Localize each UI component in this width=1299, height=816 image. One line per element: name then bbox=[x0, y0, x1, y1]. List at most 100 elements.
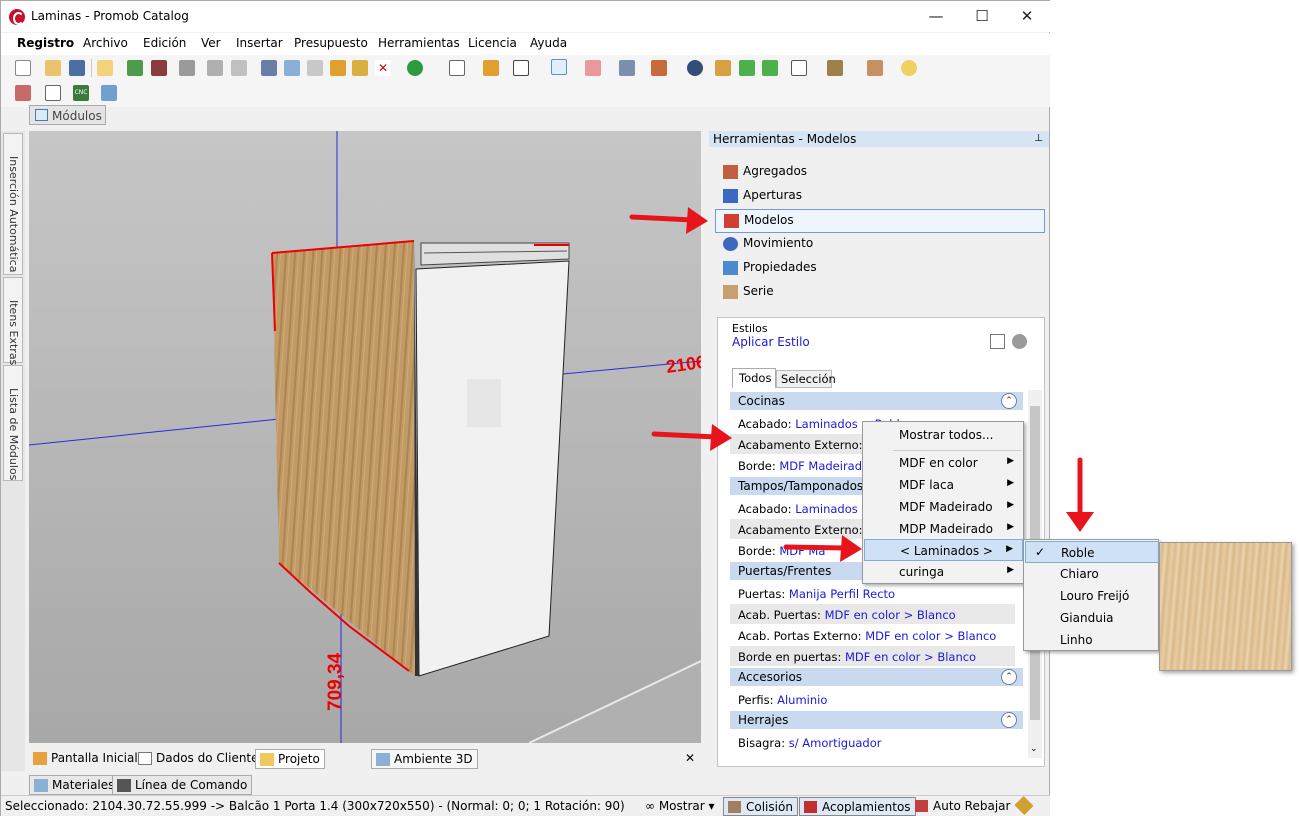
mostrar-dropdown[interactable]: ∞ Mostrar ▾ bbox=[645, 799, 715, 813]
layout-icon[interactable] bbox=[45, 85, 61, 101]
menu-presupuesto[interactable]: Presupuesto bbox=[294, 36, 368, 50]
submenu-item-linho[interactable]: Linho bbox=[1025, 629, 1159, 651]
new-icon[interactable] bbox=[15, 60, 31, 76]
menu-item-mdf-color[interactable]: MDF en color ▶ bbox=[864, 452, 1023, 474]
tab-seleccion[interactable]: Selección bbox=[776, 370, 836, 388]
hierarchy-icon[interactable] bbox=[483, 60, 499, 76]
select-pointer-icon[interactable] bbox=[551, 59, 567, 75]
tab-projeto[interactable]: Projeto bbox=[255, 749, 325, 769]
tab-ambiente-3d[interactable]: Ambiente 3D bbox=[371, 749, 478, 769]
eye-icon[interactable] bbox=[687, 60, 703, 76]
tab-todos[interactable]: Todos bbox=[732, 368, 776, 388]
prop-borde-puertas[interactable]: Borde en puertas: MDF en color > Blanco bbox=[730, 646, 1015, 666]
box-icon[interactable] bbox=[827, 60, 843, 76]
cabinet-side-panel[interactable] bbox=[272, 241, 415, 676]
render-icon[interactable] bbox=[127, 60, 143, 76]
close-tab-icon[interactable]: ✕ bbox=[685, 751, 695, 765]
tab-modulos[interactable]: Módulos bbox=[29, 105, 106, 125]
scroll-down-icon[interactable]: ⌄ bbox=[1030, 744, 1038, 754]
new-project-icon[interactable] bbox=[97, 60, 113, 76]
tab-materiales[interactable]: Materiales bbox=[29, 775, 120, 795]
layers-icon[interactable] bbox=[619, 60, 635, 76]
view-cube-icon[interactable] bbox=[791, 60, 807, 76]
tab-insercion-automatica[interactable]: Inserción Automática bbox=[3, 133, 23, 275]
prop-perfis[interactable]: Perfis: Aluminio bbox=[730, 689, 1015, 709]
report-icon[interactable] bbox=[15, 85, 31, 101]
measure-icon[interactable] bbox=[585, 60, 601, 76]
collapse-icon[interactable]: ⌃ bbox=[1001, 712, 1017, 728]
panel-item-agregados[interactable]: Agregados bbox=[715, 161, 1045, 183]
tab-pantalla-inicial[interactable]: Pantalla Inicial bbox=[29, 749, 142, 769]
open-folder-icon[interactable] bbox=[45, 60, 61, 76]
paint-roller-icon[interactable] bbox=[352, 60, 368, 76]
print-icon[interactable] bbox=[179, 60, 195, 76]
frame-icon[interactable] bbox=[449, 60, 465, 76]
tab-lista-modulos[interactable]: Lista de Módulos bbox=[3, 365, 23, 481]
camera-icon[interactable] bbox=[867, 60, 883, 76]
prop-bisagra[interactable]: Bisagra: s/ Amortiguador bbox=[730, 732, 1015, 752]
cut-icon[interactable] bbox=[261, 60, 277, 76]
cabinet-door[interactable] bbox=[415, 260, 570, 677]
hammer-icon[interactable] bbox=[330, 60, 346, 76]
menu-item-mdp-madeirado[interactable]: MDP Madeirado ▶ bbox=[864, 518, 1023, 540]
group-cocinas[interactable]: Cocinas ⌃ bbox=[730, 392, 1023, 410]
tab-linea-comando[interactable]: Línea de Comando bbox=[112, 775, 253, 795]
panel-item-modelos[interactable]: Modelos bbox=[715, 209, 1045, 233]
menu-registro[interactable]: Registro bbox=[17, 36, 74, 50]
menu-herramientas[interactable]: Herramientas bbox=[378, 36, 460, 50]
minimize-button[interactable]: — bbox=[913, 1, 959, 32]
objects-icon[interactable] bbox=[715, 60, 731, 76]
panel-item-serie[interactable]: Serie bbox=[715, 281, 1045, 303]
close-button[interactable]: ✕ bbox=[1004, 1, 1050, 32]
panel-item-propiedades[interactable]: Propiedades bbox=[715, 257, 1045, 279]
tab-dados-cliente[interactable]: Dados do Cliente bbox=[134, 749, 263, 769]
settings-gear-icon[interactable] bbox=[1012, 334, 1027, 349]
copy-icon[interactable] bbox=[284, 60, 300, 76]
prop-acab-puertas[interactable]: Acab. Puertas: MDF en color > Blanco bbox=[730, 604, 1015, 624]
arrow-left-icon[interactable] bbox=[739, 60, 755, 76]
export-icon[interactable] bbox=[151, 60, 167, 76]
collapse-icon[interactable]: ⌃ bbox=[1001, 669, 1017, 685]
group-accesorios[interactable]: Accesorios ⌃ bbox=[730, 668, 1023, 686]
prop-puertas[interactable]: Puertas: Manija Perfil Recto bbox=[730, 583, 1015, 603]
menu-licencia[interactable]: Licencia bbox=[468, 36, 517, 50]
acoplamientos-toggle[interactable]: Acoplamientos bbox=[799, 797, 916, 816]
menu-ayuda[interactable]: Ayuda bbox=[530, 36, 567, 50]
budget-dollar-icon[interactable] bbox=[407, 60, 423, 76]
save-icon[interactable] bbox=[69, 60, 85, 76]
menu-item-laminados[interactable]: < Laminados > ▶ bbox=[864, 539, 1023, 561]
menu-item-mostrar-todos[interactable]: Mostrar todos... bbox=[864, 424, 1023, 446]
collapse-icon[interactable]: ⌃ bbox=[1001, 393, 1017, 409]
arrow-right-icon[interactable] bbox=[762, 60, 778, 76]
pin-icon[interactable]: ⊥ bbox=[1034, 131, 1043, 147]
light-bulb-icon[interactable] bbox=[901, 60, 917, 76]
menu-item-mdf-laca[interactable]: MDF laca ▶ bbox=[864, 474, 1023, 496]
maximize-button[interactable]: ☐ bbox=[959, 1, 1005, 32]
menu-item-curinga[interactable]: curinga ▶ bbox=[864, 561, 1023, 583]
colision-toggle[interactable]: Colisión bbox=[723, 797, 798, 816]
group-herrajes[interactable]: Herrajes ⌃ bbox=[730, 711, 1023, 729]
undo-icon[interactable] bbox=[207, 60, 223, 76]
cnc-icon[interactable]: CNC bbox=[73, 85, 89, 101]
menu-edicion[interactable]: Edición bbox=[143, 36, 186, 50]
auto-rebajar-toggle[interactable]: Auto Rebajar bbox=[913, 799, 1010, 813]
menu-insertar[interactable]: Insertar bbox=[236, 36, 283, 50]
menu-item-mdf-madeirado[interactable]: MDF Madeirado ▶ bbox=[864, 496, 1023, 518]
delete-icon[interactable]: ✕ bbox=[375, 60, 391, 76]
panel-item-aperturas[interactable]: Aperturas bbox=[715, 185, 1045, 207]
submenu-item-chiaro[interactable]: Chiaro bbox=[1025, 563, 1159, 585]
paste-icon[interactable] bbox=[307, 60, 323, 76]
tools-icon[interactable] bbox=[1014, 795, 1034, 816]
tab-itens-extras[interactable]: Itens Extras bbox=[3, 277, 23, 365]
menu-archivo[interactable]: Archivo bbox=[83, 36, 128, 50]
new-style-icon[interactable] bbox=[990, 334, 1005, 349]
submenu-item-louro-freijo[interactable]: Louro Freijó bbox=[1025, 585, 1159, 607]
submenu-item-gianduia[interactable]: Gianduia bbox=[1025, 607, 1159, 629]
panel-item-movimiento[interactable]: Movimiento bbox=[715, 233, 1045, 255]
3d-viewport[interactable]: 2106 709,34 bbox=[29, 131, 701, 743]
submenu-item-roble[interactable]: ✓ Roble bbox=[1025, 541, 1159, 563]
redo-icon[interactable] bbox=[231, 60, 247, 76]
menu-ver[interactable]: Ver bbox=[201, 36, 221, 50]
shape-icon[interactable] bbox=[513, 60, 529, 76]
chart-icon[interactable] bbox=[101, 85, 117, 101]
